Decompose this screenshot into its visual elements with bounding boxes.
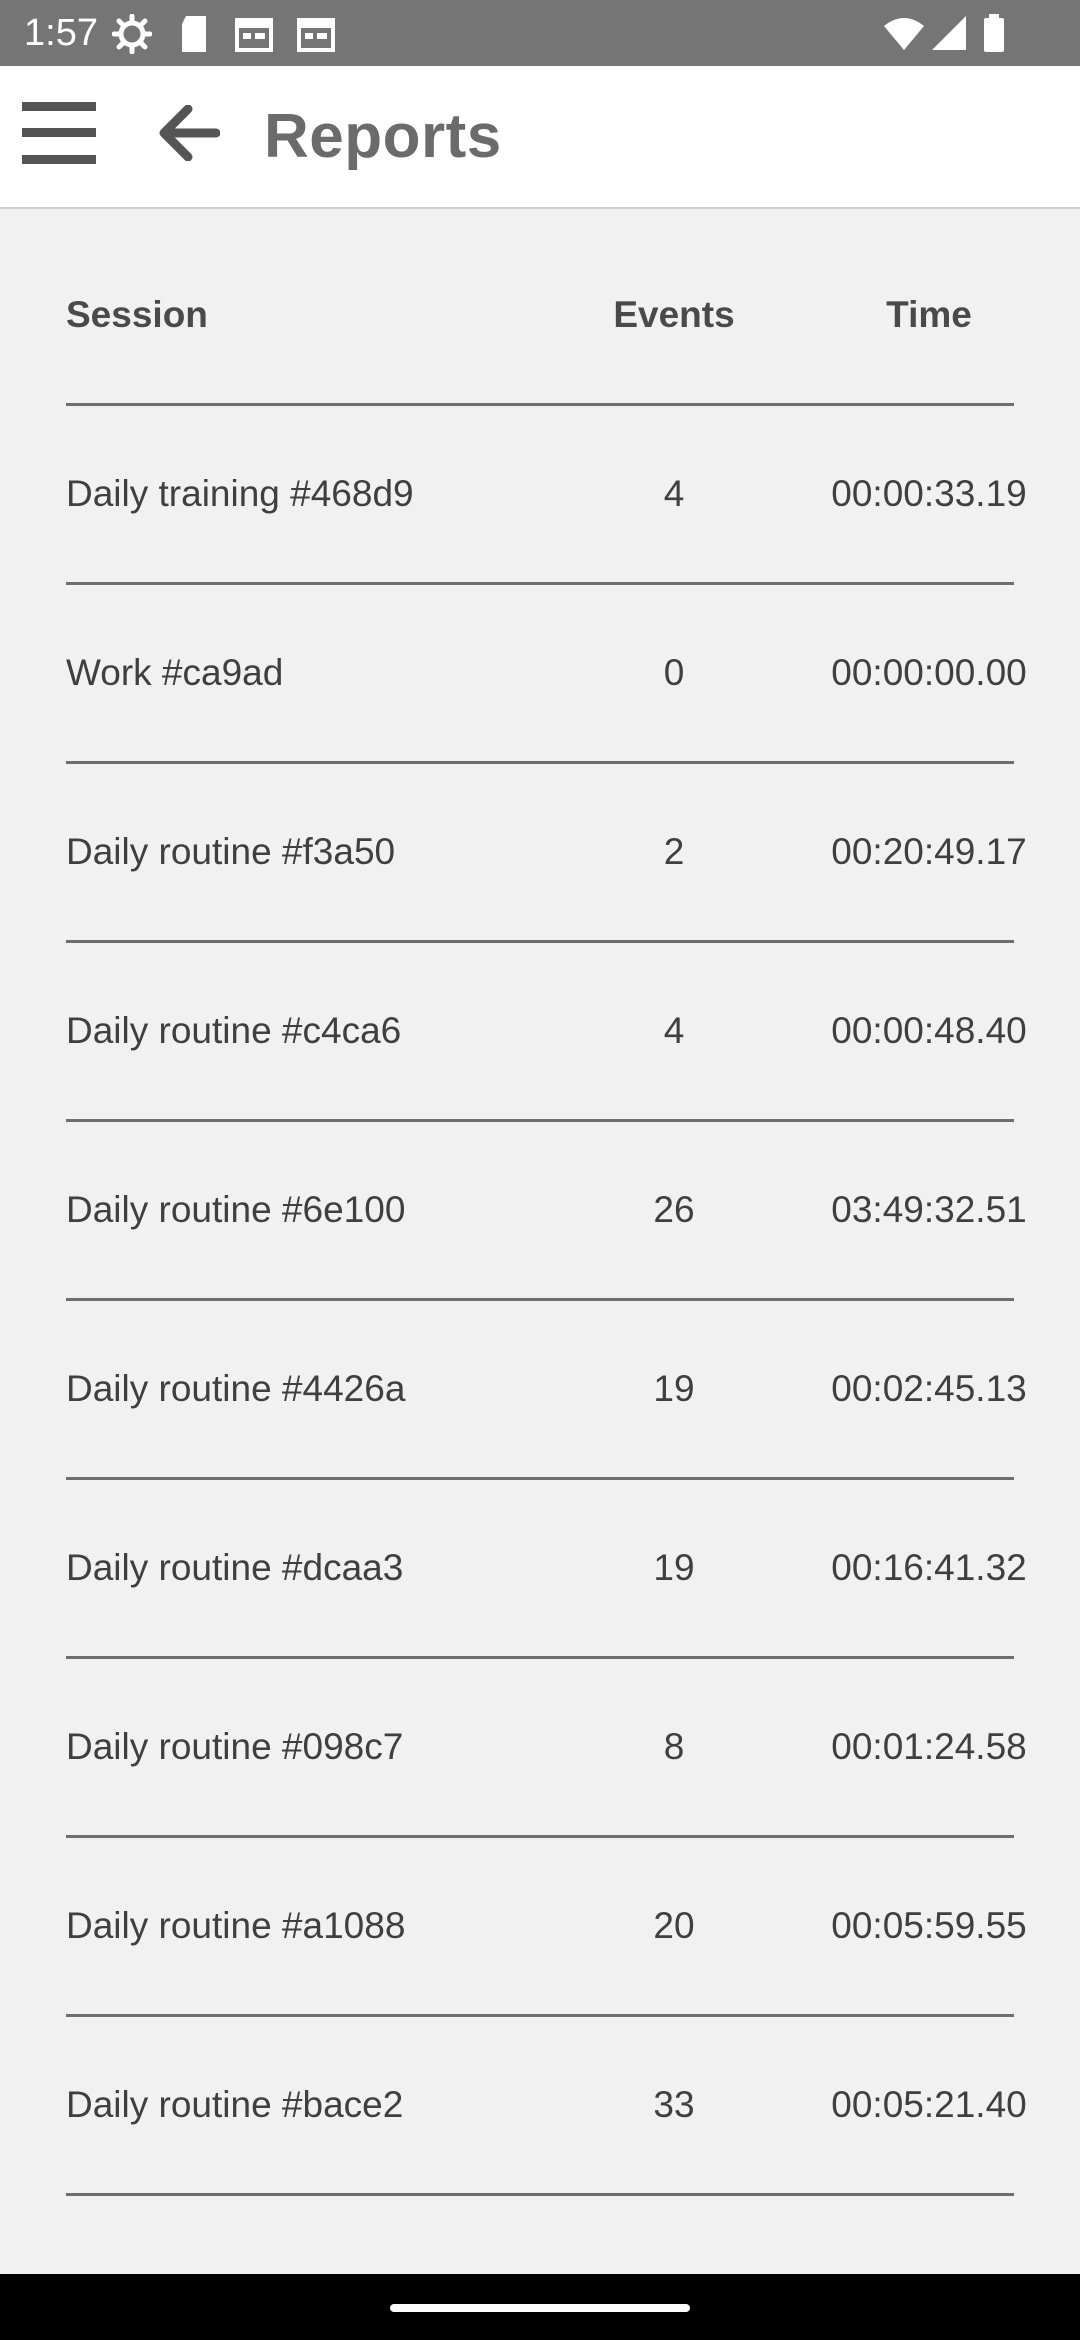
table-row[interactable]: Daily routine #c4ca6 4 00:00:48.40 <box>66 943 1027 1122</box>
arrow-back-icon <box>158 104 221 166</box>
navigation-bar <box>0 2274 1080 2340</box>
sd-card-icon <box>178 14 210 59</box>
session-name: Daily training #468d9 <box>66 473 414 514</box>
session-name: Daily routine #c4ca6 <box>66 1010 402 1051</box>
session-name: Daily routine #098c7 <box>66 1726 404 1767</box>
battery-icon <box>982 14 1006 59</box>
session-name: Daily routine #f3a50 <box>66 831 396 872</box>
session-time: 00:05:59.55 <box>831 1905 1027 1946</box>
session-time: 00:00:00.00 <box>831 652 1027 693</box>
session-time: 00:20:49.17 <box>831 831 1027 872</box>
table-row[interactable]: Work #ca9ad 0 00:00:00.00 <box>66 585 1027 764</box>
settings-icon <box>111 13 153 59</box>
table-row[interactable]: Daily routine #f3a50 2 00:20:49.17 <box>66 764 1027 943</box>
table-row[interactable]: Daily routine #098c7 8 00:01:24.58 <box>66 1659 1027 1838</box>
session-time: 00:01:24.58 <box>831 1726 1027 1767</box>
session-time: 00:05:21.40 <box>831 2084 1027 2125</box>
session-name: Daily routine #bace2 <box>66 2084 404 2125</box>
reports-table: Session Events Time Daily training #468d… <box>66 270 1027 2196</box>
wifi-icon <box>882 14 926 59</box>
session-time: 00:00:33.19 <box>831 473 1027 514</box>
session-name: Work #ca9ad <box>66 652 284 693</box>
table-row[interactable]: Daily training #468d9 4 00:00:33.19 <box>66 406 1027 585</box>
session-name: Daily routine #a1088 <box>66 1905 406 1946</box>
signal-icon <box>930 14 968 59</box>
table-row[interactable]: Daily routine #4426a 19 00:02:45.13 <box>66 1301 1027 1480</box>
session-name: Daily routine #4426a <box>66 1368 406 1409</box>
header-session[interactable]: Session <box>66 280 208 350</box>
menu-button[interactable] <box>14 92 104 178</box>
session-time: 00:00:48.40 <box>831 1010 1027 1051</box>
session-name: Daily routine #dcaa3 <box>66 1547 404 1588</box>
back-button[interactable] <box>146 92 232 178</box>
table-row[interactable]: Daily routine #6e100 26 03:49:32.51 <box>66 1122 1027 1301</box>
table-row[interactable]: Daily routine #bace2 33 00:05:21.40 <box>66 2017 1027 2196</box>
status-bar: 1:57 <box>0 0 1080 66</box>
home-gesture-handle[interactable] <box>390 2304 690 2312</box>
hamburger-menu-icon <box>22 101 96 169</box>
table-header: Session Events Time <box>66 270 1014 406</box>
table-row[interactable]: Daily routine #a1088 20 00:05:59.55 <box>66 1838 1027 2017</box>
app-bar: Reports <box>0 66 1080 209</box>
session-time: 00:16:41.32 <box>831 1547 1027 1588</box>
session-time: 00:02:45.13 <box>831 1368 1027 1409</box>
page-title: Reports <box>264 102 502 171</box>
calendar-icon <box>234 14 274 59</box>
table-row[interactable]: Daily routine #dcaa3 19 00:16:41.32 <box>66 1480 1027 1659</box>
header-time[interactable]: Time <box>765 280 1080 350</box>
status-time: 1:57 <box>24 12 98 54</box>
session-time: 03:49:32.51 <box>831 1189 1027 1230</box>
session-name: Daily routine #6e100 <box>66 1189 406 1230</box>
calendar-icon <box>296 14 336 59</box>
